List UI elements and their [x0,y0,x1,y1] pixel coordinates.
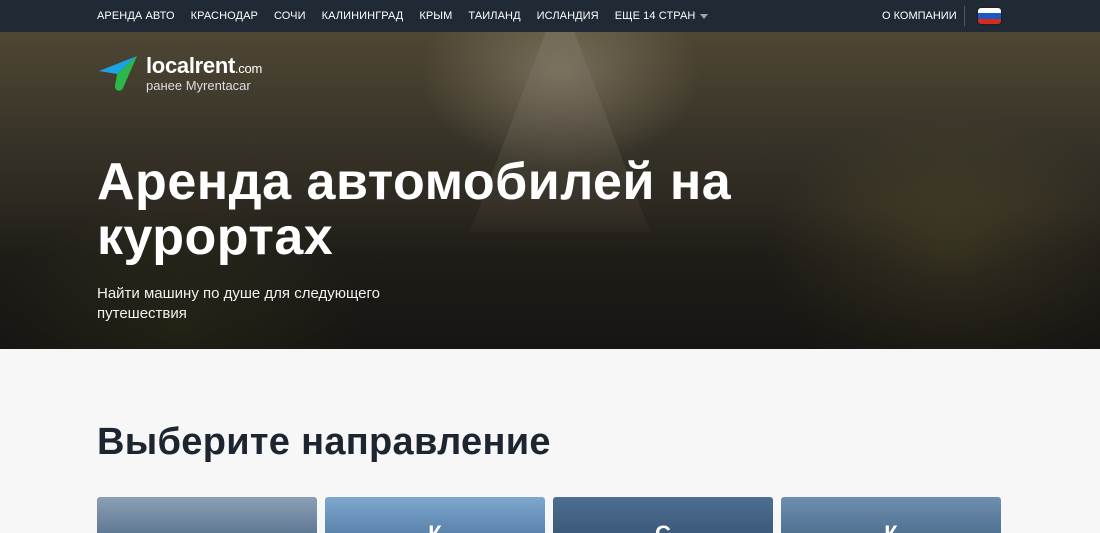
destination-card[interactable]: К [325,497,545,533]
flag-stripe [978,18,1001,24]
hero-title: Аренда автомобилей на курортах [97,153,732,266]
nav-link-kaliningrad[interactable]: КАЛИНИНГРАД [322,10,404,22]
nav-more-countries-dropdown[interactable]: ЕЩЕ 14 СТРАН [615,10,709,22]
nav-link-crimea[interactable]: КРЫМ [419,10,452,22]
nav-divider [964,6,965,26]
chevron-down-icon [700,13,709,19]
nav-link-thailand[interactable]: ТАИЛАНД [468,10,520,22]
localrent-logo-icon [99,56,137,91]
nav-link-about-company[interactable]: О КОМПАНИИ [882,0,957,32]
nav-link-car-rental[interactable]: АРЕНДА АВТО [97,10,175,22]
nav-link-iceland[interactable]: ИСЛАНДИЯ [537,10,599,22]
nav-links: АРЕНДА АВТО КРАСНОДАР СОЧИ КАЛИНИНГРАД К… [97,0,724,32]
site-logo[interactable]: localrent.com ранее Myrentacar [97,52,262,94]
destination-card-label: К [325,521,545,533]
logo-subtitle: ранее Myrentacar [146,77,251,93]
logo-text: localrent.com ранее Myrentacar [146,52,262,93]
destination-card-label: С [553,521,773,533]
destination-card[interactable] [97,497,317,533]
language-flag-russia-icon[interactable] [978,8,1001,24]
destination-card[interactable]: С [553,497,773,533]
nav-link-sochi[interactable]: СОЧИ [274,10,306,22]
section-title-choose-destination: Выберите направление [97,421,551,463]
destination-card-label: К [781,521,1001,533]
logo-name: localrent.com [146,52,262,78]
nav-link-krasnodar[interactable]: КРАСНОДАР [191,10,258,22]
destination-cards: К С К [97,497,1001,533]
destination-card[interactable]: К [781,497,1001,533]
hero-subtitle: Найти машину по душе для следующего путе… [97,285,380,322]
nav-more-label: ЕЩЕ 14 СТРАН [614,10,696,22]
top-navigation-bar: АРЕНДА АВТО КРАСНОДАР СОЧИ КАЛИНИНГРАД К… [0,0,1100,32]
